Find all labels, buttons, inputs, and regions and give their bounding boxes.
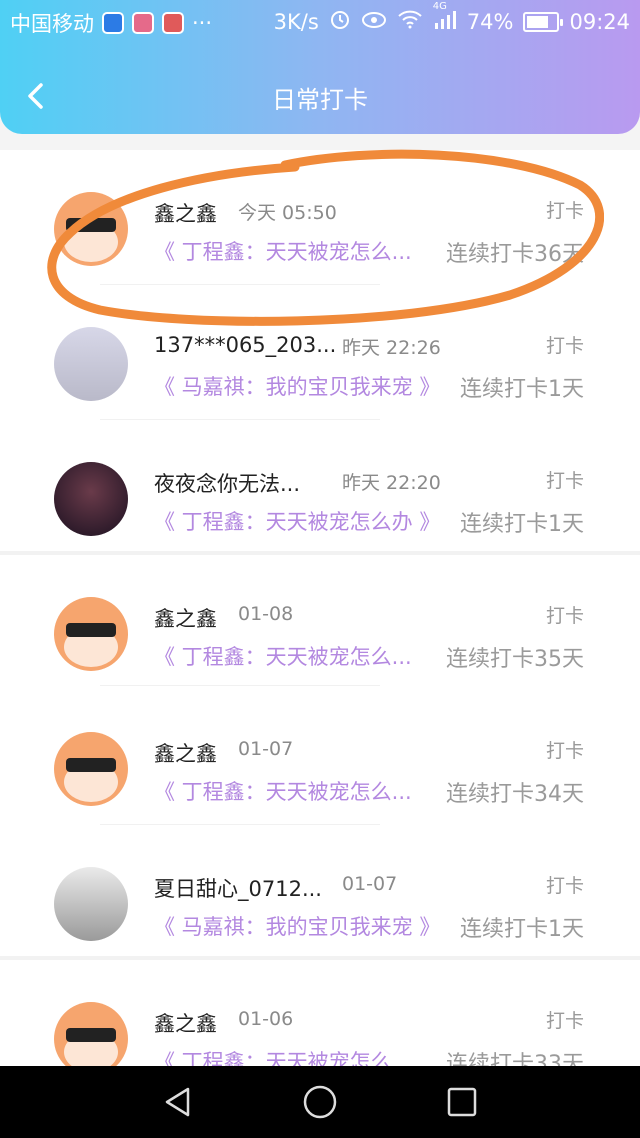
checkin-time: 今天 05:50 bbox=[238, 202, 337, 224]
checkin-time: 01-07 bbox=[342, 873, 398, 895]
avatar[interactable] bbox=[54, 192, 128, 266]
triangle-back-icon bbox=[165, 1087, 190, 1117]
page-title: 日常打卡 bbox=[272, 86, 368, 114]
avatar[interactable] bbox=[54, 327, 128, 401]
battery-percent: 74% bbox=[466, 9, 514, 34]
checkin-tag: 打卡 bbox=[545, 875, 584, 897]
avatar[interactable] bbox=[54, 732, 128, 806]
streak-count: 连续打卡33天 bbox=[446, 1052, 584, 1066]
book-title-link[interactable]: 《 丁程鑫：天天被宠怎么... bbox=[154, 776, 412, 806]
checkin-tag: 打卡 bbox=[545, 605, 584, 627]
nav-back-button[interactable] bbox=[158, 1082, 198, 1122]
streak-count: 连续打卡1天 bbox=[460, 917, 584, 942]
streak-count: 连续打卡35天 bbox=[446, 647, 584, 672]
app-notification-icon bbox=[162, 12, 184, 34]
list-item[interactable]: 鑫之鑫 今天 05:50 打卡 《 丁程鑫：天天被宠怎么... 连续打卡36天 bbox=[0, 150, 640, 285]
checkin-time: 01-08 bbox=[238, 603, 294, 625]
user-name: 夜夜念你无法... bbox=[154, 472, 301, 496]
more-notifications-icon: ··· bbox=[192, 11, 213, 35]
book-title-link[interactable]: 《 丁程鑫：天天被宠怎么... bbox=[154, 236, 412, 266]
eye-icon bbox=[361, 10, 387, 34]
streak-count: 连续打卡34天 bbox=[446, 782, 584, 807]
user-name: 鑫之鑫 bbox=[154, 742, 217, 766]
alarm-icon bbox=[329, 8, 351, 35]
checkin-list[interactable]: 鑫之鑫 今天 05:50 打卡 《 丁程鑫：天天被宠怎么... 连续打卡36天 … bbox=[0, 150, 640, 1066]
user-name: 137***065_203... bbox=[154, 333, 337, 357]
checkin-time: 01-07 bbox=[238, 738, 294, 760]
list-item[interactable]: 夜夜念你无法... 昨天 22:20 打卡 《 丁程鑫：天天被宠怎么办 》 连续… bbox=[0, 420, 640, 555]
app-notification-icon bbox=[102, 12, 124, 34]
streak-count: 连续打卡1天 bbox=[460, 377, 584, 402]
user-name: 鑫之鑫 bbox=[154, 1012, 217, 1036]
avatar[interactable] bbox=[54, 462, 128, 536]
avatar[interactable] bbox=[54, 867, 128, 941]
clock: 09:24 bbox=[569, 9, 630, 34]
list-item[interactable]: 鑫之鑫 01-07 打卡 《 丁程鑫：天天被宠怎么... 连续打卡34天 bbox=[0, 690, 640, 825]
book-title-link[interactable]: 《 马嘉祺：我的宝贝我来宠 》 bbox=[154, 371, 440, 401]
avatar[interactable] bbox=[54, 1002, 128, 1066]
circle-home-icon bbox=[303, 1085, 337, 1119]
checkin-tag: 打卡 bbox=[545, 740, 584, 762]
system-nav-bar bbox=[0, 1066, 640, 1138]
list-item[interactable]: 137***065_203... 昨天 22:26 打卡 《 马嘉祺：我的宝贝我… bbox=[0, 285, 640, 420]
header-bar: 中国移动 ··· 3K/s 4G 74% 09:24 日常打卡 bbox=[0, 0, 640, 134]
user-name: 夏日甜心_0712... bbox=[154, 877, 322, 901]
signal-icon: 4G bbox=[433, 1, 457, 34]
checkin-time: 昨天 22:26 bbox=[342, 337, 441, 359]
avatar[interactable] bbox=[54, 597, 128, 671]
book-title-link[interactable]: 《 丁程鑫：天天被宠怎么办 》 bbox=[154, 506, 440, 536]
list-item[interactable]: 鑫之鑫 01-08 打卡 《 丁程鑫：天天被宠怎么... 连续打卡35天 bbox=[0, 551, 640, 686]
battery-icon bbox=[523, 11, 564, 32]
book-title-link[interactable]: 《 丁程鑫：天天被宠怎么... bbox=[154, 641, 412, 671]
checkin-time: 01-06 bbox=[238, 1008, 294, 1030]
streak-count: 连续打卡1天 bbox=[460, 512, 584, 537]
book-title-link[interactable]: 《 马嘉祺：我的宝贝我来宠 》 bbox=[154, 911, 440, 941]
square-recents-icon bbox=[447, 1087, 477, 1117]
status-bar: 中国移动 ··· 3K/s 4G 74% 09:24 bbox=[0, 0, 640, 44]
battery-fill bbox=[527, 15, 549, 28]
nav-recents-button[interactable] bbox=[442, 1082, 482, 1122]
divider bbox=[100, 685, 380, 686]
user-name: 鑫之鑫 bbox=[154, 202, 217, 226]
checkin-tag: 打卡 bbox=[545, 470, 584, 492]
network-type: 4G bbox=[432, 1, 447, 12]
checkin-tag: 打卡 bbox=[545, 200, 584, 222]
list-item[interactable]: 夏日甜心_0712... 01-07 打卡 《 马嘉祺：我的宝贝我来宠 》 连续… bbox=[0, 825, 640, 960]
network-speed: 3K/s bbox=[273, 9, 319, 34]
checkin-time: 昨天 22:20 bbox=[342, 472, 441, 494]
checkin-tag: 打卡 bbox=[545, 1010, 584, 1032]
checkin-tag: 打卡 bbox=[545, 335, 584, 357]
user-name: 鑫之鑫 bbox=[154, 607, 217, 631]
streak-count: 连续打卡36天 bbox=[446, 242, 584, 267]
wifi-icon bbox=[397, 9, 423, 34]
book-title-link[interactable]: 《 丁程鑫：天天被宠怎么... bbox=[154, 1046, 412, 1066]
carrier-label: 中国移动 bbox=[10, 12, 94, 36]
app-notification-icon bbox=[132, 12, 154, 34]
nav-home-button[interactable] bbox=[300, 1082, 340, 1122]
list-item[interactable]: 鑫之鑫 01-06 打卡 《 丁程鑫：天天被宠怎么... 连续打卡33天 bbox=[0, 956, 640, 1066]
